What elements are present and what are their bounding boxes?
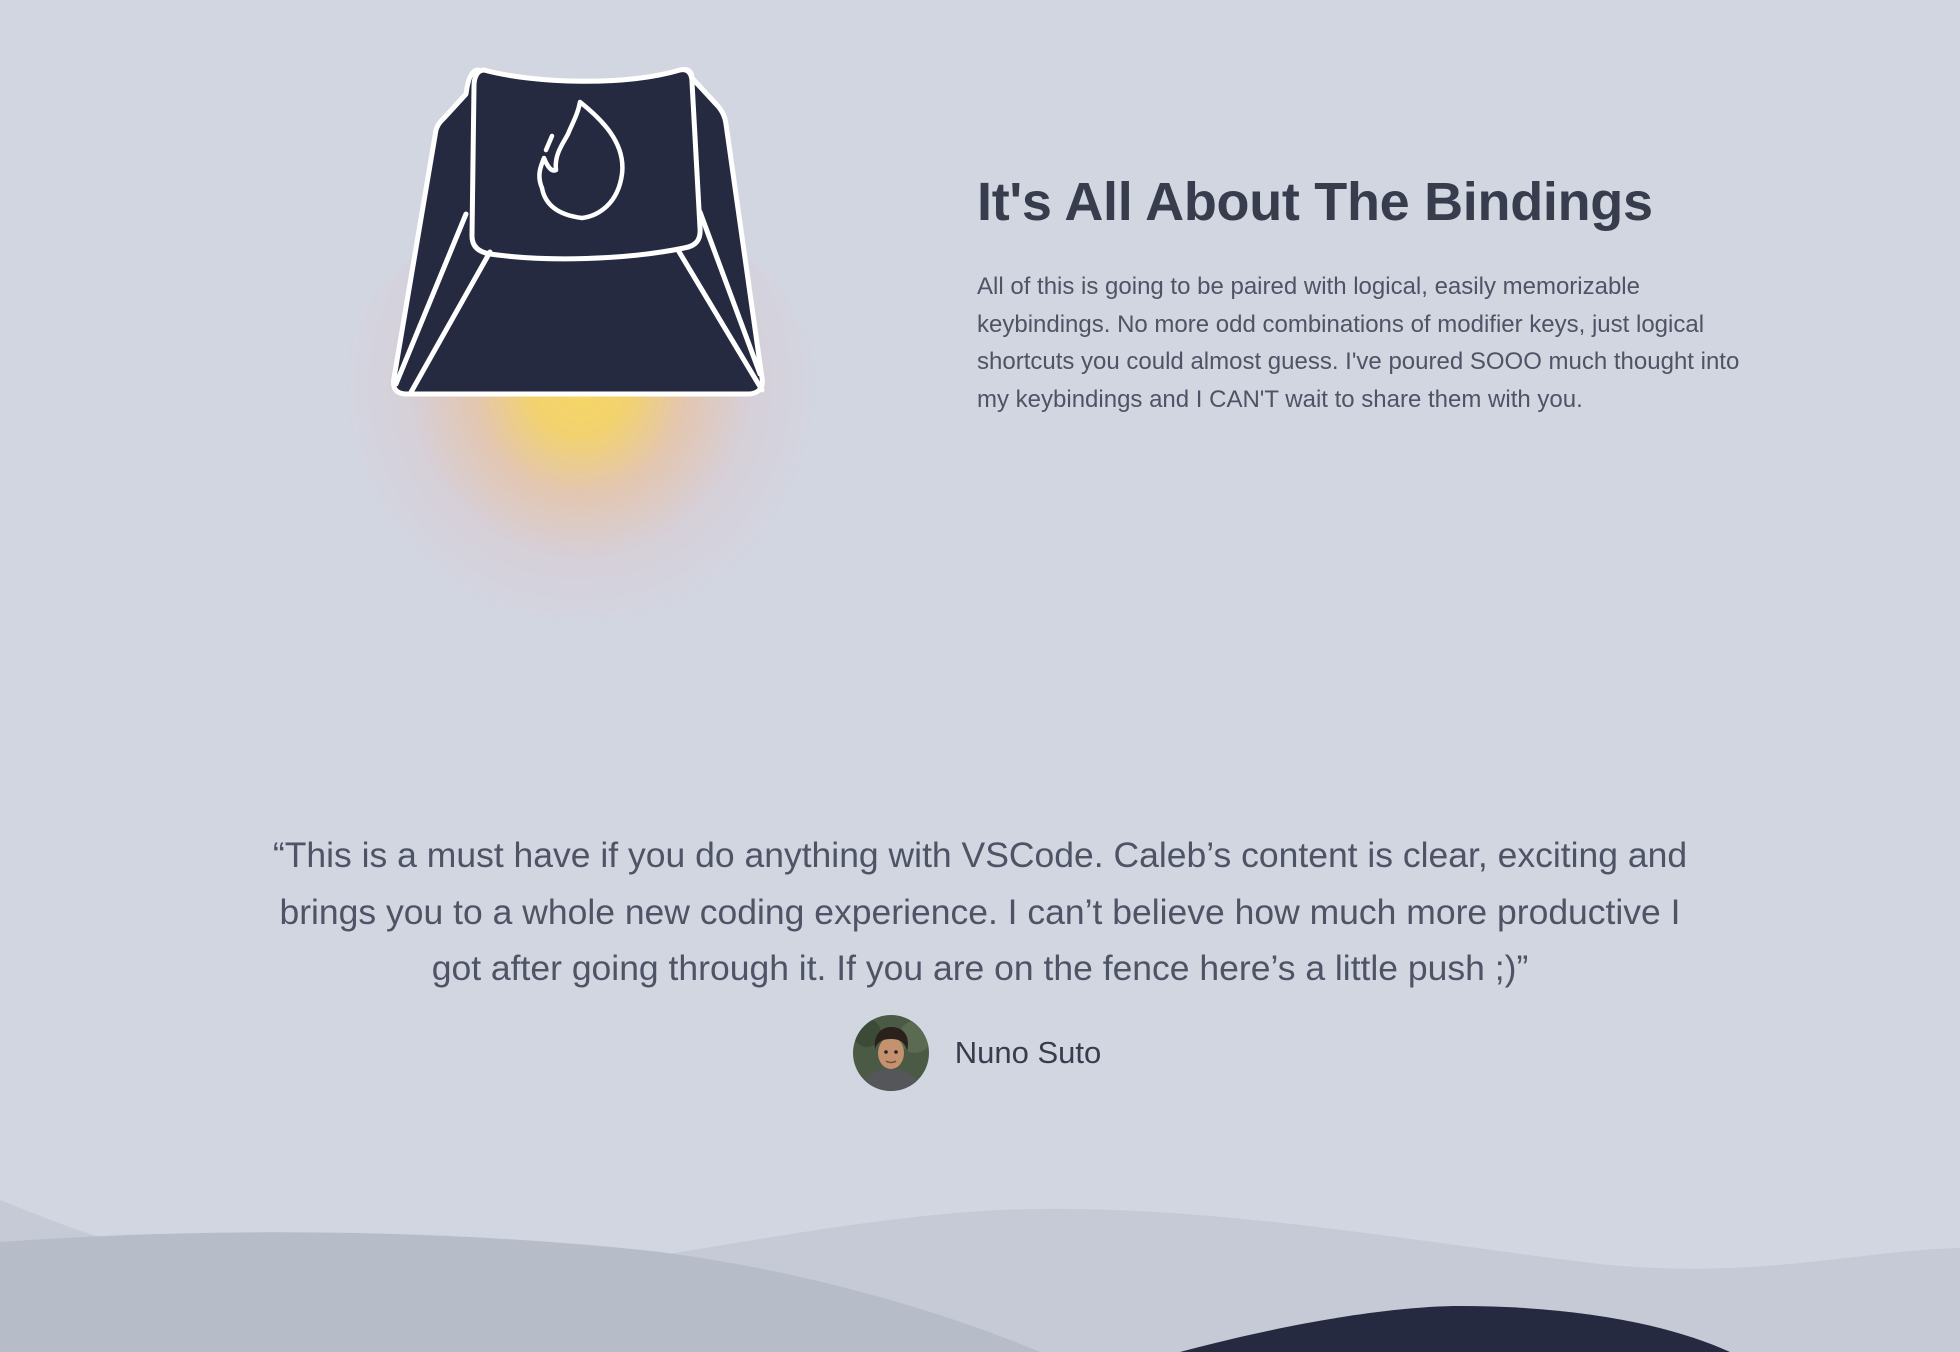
testimonial-quote: “This is a must have if you do anything … [272,835,1688,988]
page: It's All About The Bindings All of this … [0,0,1960,1352]
feature-title: It's All About The Bindings [977,172,1653,232]
feature-section: It's All About The Bindings All of this … [977,168,1752,419]
avatar [852,1014,929,1091]
testimonial: “This is a must have if you do anything … [200,827,1760,1091]
wave-decoration [0,1200,1960,1352]
feature-description: All of this is going to be paired with l… [977,273,1740,414]
fire-keycap-icon [391,67,765,397]
testimonial-author: Nuno Suto [200,1014,1760,1091]
author-name: Nuno Suto [954,1034,1102,1070]
